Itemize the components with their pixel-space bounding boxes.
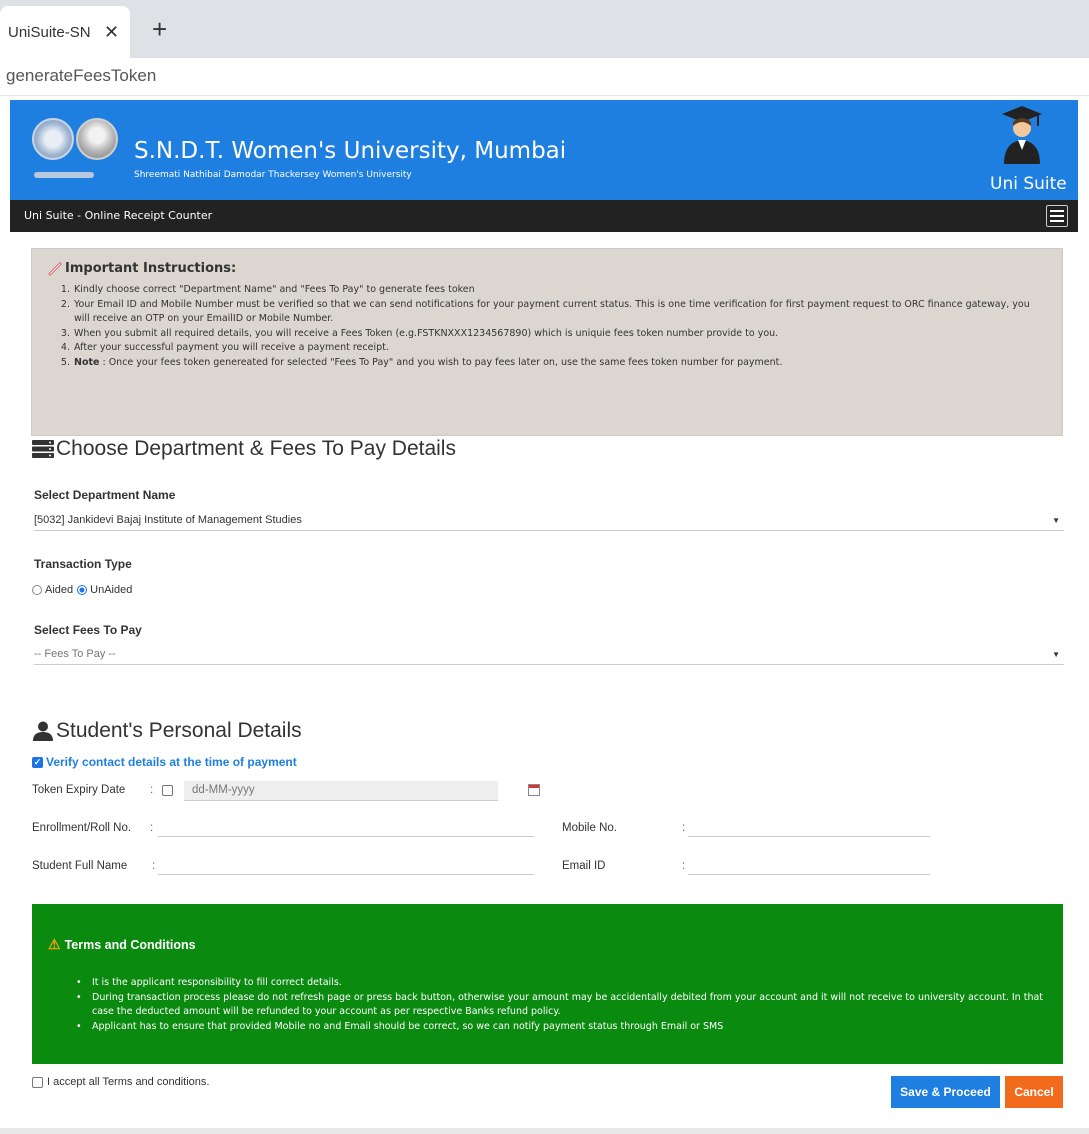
mobile-input[interactable] bbox=[688, 817, 930, 837]
email-input[interactable] bbox=[688, 855, 930, 875]
verify-contact-label: Verify contact details at the time of pa… bbox=[46, 755, 297, 769]
university-logos bbox=[32, 118, 118, 160]
dropdown-arrow-icon: ▼ bbox=[1052, 650, 1060, 659]
department-label: Select Department Name bbox=[34, 488, 176, 502]
enrollment-label: Enrollment/Roll No. bbox=[32, 822, 132, 834]
instruction-item: 3. When you submit all required details,… bbox=[60, 327, 779, 339]
fees-select[interactable]: -- Fees To Pay -- ▼ bbox=[34, 643, 1064, 665]
instructions-panel: Important Instructions: 1. Kindly choose… bbox=[31, 248, 1063, 436]
terms-list: • It is the applicant responsibility to f… bbox=[76, 976, 1056, 1034]
university-seal-icon bbox=[32, 118, 74, 160]
university-subtitle: Shreemati Nathibai Damodar Thackersey Wo… bbox=[134, 170, 412, 180]
pencil-icon bbox=[48, 262, 62, 275]
instruction-item: 2. Your Email ID and Mobile Number must … bbox=[60, 298, 1030, 325]
radio-aided[interactable] bbox=[32, 585, 42, 595]
mobile-label: Mobile No. bbox=[562, 822, 617, 834]
email-label: Email ID bbox=[562, 860, 606, 872]
university-name: S.N.D.T. Women's University, Mumbai bbox=[134, 138, 567, 164]
instruction-item: 4. After your successful payment you wil… bbox=[60, 342, 389, 353]
accept-terms-label: I accept all Terms and conditions. bbox=[47, 1076, 210, 1088]
fees-label: Select Fees To Pay bbox=[34, 623, 142, 637]
transaction-type-label: Transaction Type bbox=[34, 557, 132, 571]
user-icon bbox=[33, 721, 53, 741]
nav-bar: Uni Suite - Online Receipt Counter bbox=[10, 200, 1078, 232]
token-expiry-checkbox[interactable] bbox=[162, 785, 173, 796]
cancel-button[interactable]: Cancel bbox=[1005, 1076, 1063, 1108]
instructions-title: Important Instructions: bbox=[48, 261, 236, 276]
graduate-icon bbox=[1002, 106, 1042, 164]
browser-tab[interactable]: UniSuite-SN ✕ bbox=[0, 6, 130, 58]
bottom-divider bbox=[0, 1128, 1089, 1134]
instructions-list: 1. Kindly choose correct "Department Nam… bbox=[56, 283, 1044, 370]
new-tab-plus-icon[interactable]: + bbox=[152, 14, 167, 44]
address-bar[interactable]: generateFeesToken bbox=[0, 58, 1089, 96]
instruction-item: 1. Kindly choose correct "Department Nam… bbox=[60, 284, 475, 295]
warning-icon: ⚠ bbox=[48, 936, 61, 952]
site-header: S.N.D.T. Women's University, Mumbai Shre… bbox=[10, 100, 1078, 200]
save-proceed-button[interactable]: Save & Proceed bbox=[891, 1076, 1000, 1108]
fees-selected-value: -- Fees To Pay -- bbox=[34, 648, 116, 660]
transaction-type-radios: Aided UnAided bbox=[32, 584, 132, 596]
department-select[interactable]: [5032] Jankidevi Bajaj Institute of Mana… bbox=[34, 509, 1064, 531]
note-label: Note bbox=[74, 356, 100, 368]
accept-terms-checkbox[interactable] bbox=[32, 1076, 43, 1088]
dropdown-arrow-icon: ▼ bbox=[1052, 516, 1060, 525]
server-list-icon bbox=[32, 440, 54, 458]
accept-terms-row[interactable]: I accept all Terms and conditions. bbox=[32, 1076, 209, 1088]
founder-portrait-icon bbox=[76, 118, 118, 160]
uni-suite-brand: Uni Suite bbox=[990, 174, 1067, 194]
hamburger-menu-icon[interactable] bbox=[1046, 205, 1068, 227]
department-section-heading: Choose Department & Fees To Pay Details bbox=[32, 437, 456, 461]
department-selected-value: [5032] Jankidevi Bajaj Institute of Mana… bbox=[34, 514, 302, 526]
full-name-input[interactable] bbox=[158, 855, 534, 875]
address-text: generateFeesToken bbox=[6, 66, 157, 85]
terms-item: • Applicant has to ensure that provided M… bbox=[76, 1020, 724, 1032]
browser-tab-bar: UniSuite-SN ✕ + bbox=[0, 0, 1089, 58]
logo-ribbon bbox=[34, 172, 94, 178]
terms-item: • During transaction process please do no… bbox=[76, 991, 1044, 1018]
personal-section-heading: Student's Personal Details bbox=[32, 719, 302, 743]
verify-contact-checkbox-row[interactable]: ✓ Verify contact details at the time of … bbox=[32, 755, 297, 769]
full-name-label: Student Full Name bbox=[32, 860, 128, 872]
verify-contact-checkbox[interactable]: ✓ bbox=[32, 756, 43, 768]
tab-title: UniSuite-SN bbox=[8, 23, 91, 41]
terms-panel: ⚠ Terms and Conditions • It is the applic… bbox=[32, 904, 1063, 1064]
token-expiry-label: Token Expiry Date bbox=[32, 784, 126, 796]
nav-title: Uni Suite - Online Receipt Counter bbox=[24, 209, 213, 222]
radio-aided-label: Aided bbox=[45, 584, 74, 596]
radio-unaided[interactable] bbox=[77, 585, 88, 595]
enrollment-input[interactable] bbox=[158, 817, 534, 837]
token-expiry-input[interactable]: dd-MM-yyyy bbox=[184, 781, 498, 801]
close-icon[interactable]: ✕ bbox=[104, 22, 119, 43]
instruction-item: 5. Note : Once your fees token genereate… bbox=[60, 356, 783, 368]
calendar-icon[interactable] bbox=[528, 784, 540, 796]
radio-unaided-label: UnAided bbox=[90, 584, 133, 596]
instructions-title-text: Important Instructions: bbox=[65, 261, 237, 276]
terms-title: ⚠ Terms and Conditions bbox=[48, 936, 196, 952]
terms-item: • It is the applicant responsibility to f… bbox=[76, 977, 342, 988]
